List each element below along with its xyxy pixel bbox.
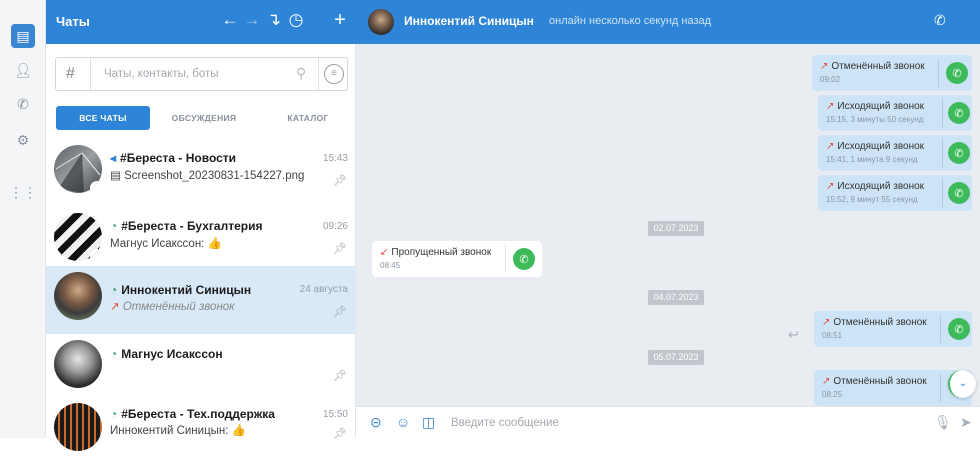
chat-preview: Иннокентий Синицын: 👍	[110, 425, 246, 437]
avatar	[54, 403, 102, 451]
chat-time: 09:26	[322, 221, 348, 232]
attach-icon[interactable]: ⊝	[370, 414, 382, 431]
call-arrow-icon: ↗	[822, 376, 831, 387]
history-icon[interactable]: ◷	[286, 10, 306, 30]
chat-item-selected[interactable]: ◔ Иннокентий Синицын 24 августа ↗ Отменён…	[46, 266, 356, 334]
call-back-icon[interactable]: ✆	[948, 318, 970, 340]
online-dot-icon: ◔	[110, 283, 118, 297]
online-dot-icon: ◔	[110, 219, 118, 233]
avatar	[54, 272, 102, 320]
jump-icon[interactable]: ↴	[264, 10, 284, 30]
reply-icon[interactable]: ↩	[788, 327, 799, 343]
avatar	[54, 145, 102, 193]
group-badge-icon	[90, 249, 102, 261]
message-bubble[interactable]: ↗ Исходящий звонок 15:52, 9 минут 55 секу…	[818, 175, 972, 211]
call-arrow-icon: ↗	[822, 317, 831, 328]
settings-icon[interactable]: ⚙	[11, 128, 35, 152]
chat-time: 24 августа	[299, 284, 348, 295]
missed-call-icon: ↙	[380, 247, 389, 258]
contact-status: онлайн несколько секунд назад	[549, 15, 712, 27]
chat-preview: Screenshot_20230831-154227.png	[124, 170, 305, 182]
megaphone-icon: ◂	[110, 151, 117, 165]
emoji-icon[interactable]: ☺	[396, 414, 410, 430]
search-icon[interactable]: ⚲	[296, 65, 306, 82]
phone-icon[interactable]: ✆	[934, 12, 946, 29]
call-arrow-icon: ↗	[826, 101, 835, 112]
online-dot-icon: ◔	[110, 347, 118, 361]
forward-arrow-icon[interactable]: →	[242, 10, 262, 30]
message-bubble[interactable]: ↗ Отменённый звонок 09:02 ✆	[812, 55, 972, 91]
call-back-icon[interactable]: ✆	[948, 182, 970, 204]
contact-name[interactable]: Иннокентий Синицын	[404, 14, 534, 28]
message-bubble[interactable]: ↗ Исходящий звонок 15:41, 1 минута 9 секу…	[818, 135, 972, 171]
chats-icon[interactable]: ▤	[11, 24, 35, 48]
chat-item[interactable]: ◔ #Береста - Тех.поддержка 15:50 Иннокент…	[46, 399, 356, 467]
chat-preview: Отменённый звонок	[122, 301, 235, 313]
cancelled-call-icon: ↗	[110, 301, 123, 313]
chat-time: 15:50	[322, 409, 348, 420]
pin-icon[interactable]: 📌︎	[333, 305, 347, 318]
tab-all-chats[interactable]: ВСЕ ЧАТЫ	[56, 106, 150, 130]
file-icon: ▤	[110, 170, 125, 182]
tab-catalog[interactable]: КАТАЛОГ	[278, 106, 338, 130]
send-icon[interactable]: ➤	[960, 414, 972, 431]
calls-icon[interactable]: ✆	[11, 92, 35, 116]
channel-badge-icon	[90, 181, 102, 193]
date-separator: 04.07.2023	[648, 290, 704, 305]
chat-name: #Береста - Новости	[120, 151, 237, 165]
chat-preview: Магнус Исакссон: 👍	[110, 238, 222, 250]
avatar	[54, 340, 102, 388]
message-bubble[interactable]: ↗ Отменённый звонок 08:51 ✆	[814, 311, 972, 347]
message-bubble[interactable]: ↗ Исходящий звонок 15:15, 3 минуты 50 сек…	[818, 95, 972, 131]
composer: ⊝ ☺ ◫ Введите сообщение 🎙︎ ➤	[356, 406, 980, 438]
date-separator: 05.07.2023	[648, 350, 704, 365]
tab-discussions[interactable]: ОБСУЖДЕНИЯ	[162, 106, 246, 130]
pin-icon[interactable]: 📌︎	[333, 242, 347, 255]
search-box[interactable]: # Чаты, контакты, боты ⚲ ≡	[55, 57, 348, 91]
call-arrow-icon: ↗	[826, 141, 835, 152]
chat-name: #Береста - Тех.поддержка	[121, 407, 275, 421]
call-arrow-icon: ↗	[820, 61, 829, 72]
message-bubble-incoming[interactable]: ↙ Пропущенный звонок 08:45 ✆	[372, 241, 542, 277]
contact-avatar[interactable]	[368, 9, 394, 35]
pin-icon[interactable]: 📌︎	[333, 369, 347, 382]
message-input[interactable]: Введите сообщение	[451, 417, 559, 429]
apps-grid-icon[interactable]: ⋮⋮	[9, 180, 37, 204]
search-input[interactable]: Чаты, контакты, боты	[104, 68, 219, 80]
online-dot-icon: ◔	[110, 407, 118, 421]
new-chat-icon[interactable]: +	[330, 10, 350, 30]
filter-icon[interactable]: ≡	[324, 64, 344, 84]
pin-icon[interactable]: 📌︎	[333, 174, 347, 187]
pin-icon[interactable]: 📌︎	[333, 427, 347, 440]
call-back-icon[interactable]: ✆	[946, 62, 968, 84]
chat-item[interactable]: ◔ Магнус Исакссон 📌︎	[46, 334, 356, 402]
call-back-icon[interactable]: ✆	[948, 142, 970, 164]
top-bar: Чаты ← → ↴ ◷ + Иннокентий Синицын онлайн…	[46, 0, 980, 44]
chat-name: Иннокентий Синицын	[121, 283, 252, 297]
call-back-icon[interactable]: ✆	[513, 248, 535, 270]
call-arrow-icon: ↗	[826, 181, 835, 192]
sticker-icon[interactable]: ◫	[422, 414, 435, 431]
app-rail: ▤ 👤︎ ✆ ⚙ ⋮⋮	[0, 0, 46, 438]
call-back-icon[interactable]: ✆	[948, 102, 970, 124]
chat-item[interactable]: ◂ #Береста - Новости 15:43 ▤ Screenshot_2…	[46, 141, 356, 209]
microphone-icon[interactable]: 🎙︎	[934, 414, 952, 431]
chat-list-panel: # Чаты, контакты, боты ⚲ ≡ ВСЕ ЧАТЫ ОБСУ…	[46, 44, 356, 451]
sidebar-title: Чаты	[56, 14, 90, 29]
chat-name: #Береста - Бухгалтерия	[121, 219, 263, 233]
chat-time: 15:43	[322, 153, 348, 164]
date-separator: 02.07.2023	[648, 221, 704, 236]
contacts-icon[interactable]: 👤︎	[11, 58, 35, 82]
hash-icon: #	[66, 65, 75, 82]
chat-name: Магнус Исакссон	[121, 347, 223, 361]
scroll-down-button[interactable]: ⌄	[948, 370, 976, 398]
avatar	[54, 213, 102, 261]
message-area: ↗ Отменённый звонок 09:02 ✆ ↗ Исходящий зв…	[356, 44, 980, 406]
back-arrow-icon[interactable]: ←	[220, 10, 240, 30]
